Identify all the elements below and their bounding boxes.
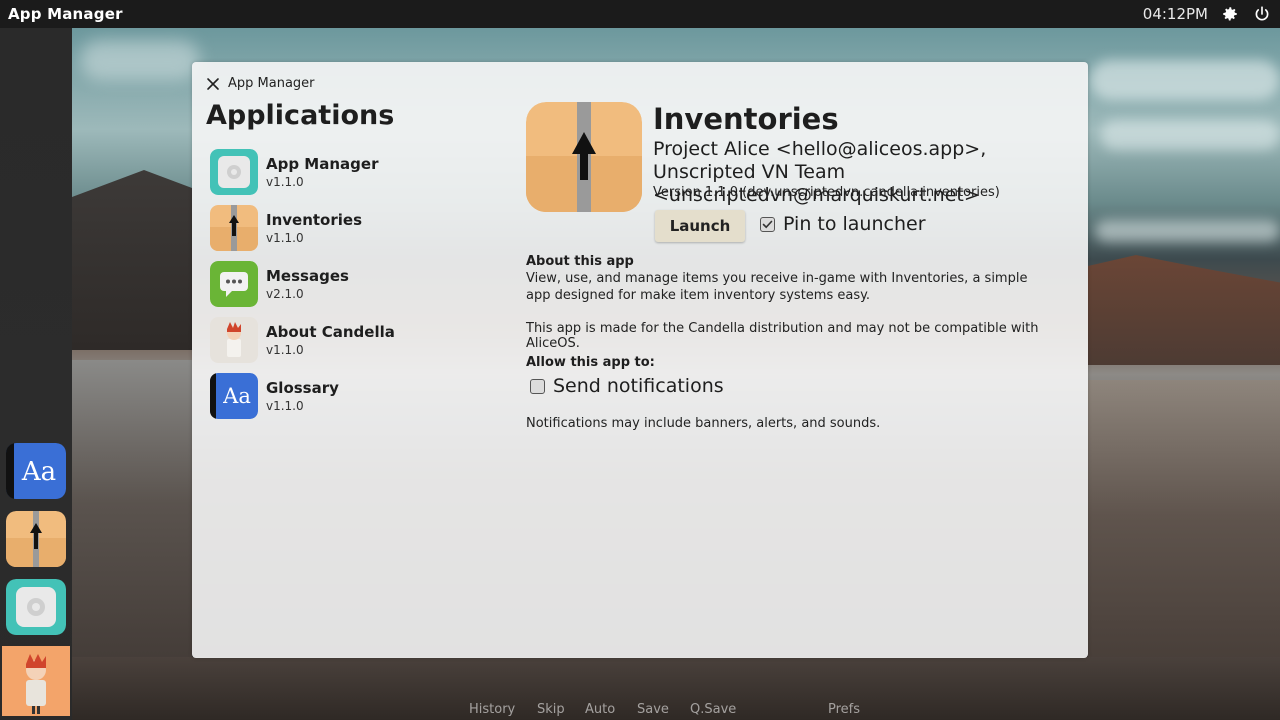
notifications-label: Send notifications xyxy=(553,375,724,397)
power-icon[interactable] xyxy=(1252,4,1272,24)
inventories-icon xyxy=(526,102,642,212)
app-list-item-about-candella[interactable]: About Candella v1.1.0 xyxy=(210,312,510,368)
pin-label: Pin to launcher xyxy=(783,213,926,235)
close-icon[interactable] xyxy=(206,77,220,91)
detail-version: Version 1.1.0 (dev.unscriptedvn.candella… xyxy=(653,185,1000,200)
permissions-heading: Allow this app to: xyxy=(526,355,655,370)
app-manager-icon xyxy=(6,579,66,635)
pin-checkbox[interactable] xyxy=(760,216,775,232)
svg-text:Aa: Aa xyxy=(21,457,56,487)
inventories-icon xyxy=(210,205,258,251)
app-name: Messages xyxy=(266,267,349,285)
app-name: Glossary xyxy=(266,379,339,397)
app-version: v1.1.0 xyxy=(266,343,304,357)
app-list-item-messages[interactable]: Messages v2.1.0 xyxy=(210,256,510,312)
app-version: v2.1.0 xyxy=(266,287,304,301)
active-app-title: App Manager xyxy=(8,5,123,23)
quick-menu: History Skip Auto Save Q.Save Prefs xyxy=(0,702,1280,720)
quick-menu-qsave[interactable]: Q.Save xyxy=(690,702,736,717)
app-list-item-glossary[interactable]: Aa Glossary v1.1.0 xyxy=(210,368,510,424)
app-list-item-app-manager[interactable]: App Manager v1.1.0 xyxy=(210,144,510,200)
detail-app-name: Inventories xyxy=(653,102,839,136)
quick-menu-history[interactable]: History xyxy=(469,702,515,717)
clock: 04:12PM xyxy=(1142,5,1208,23)
dock-item-inventories[interactable] xyxy=(6,511,66,567)
quick-menu-prefs[interactable]: Prefs xyxy=(828,702,860,717)
applications-heading: Applications xyxy=(206,100,395,131)
checkmark-icon xyxy=(762,220,773,228)
app-manager-icon xyxy=(210,149,258,195)
quick-menu-skip[interactable]: Skip xyxy=(537,702,565,717)
gear-icon[interactable] xyxy=(1220,4,1240,24)
compatibility-note: This app is made for the Candella distri… xyxy=(526,321,1039,351)
dock-item-app-manager[interactable] xyxy=(6,579,66,635)
about-text: View, use, and manage items you receive … xyxy=(526,271,1028,303)
svg-text:Aa: Aa xyxy=(222,384,251,408)
launch-button[interactable]: Launch xyxy=(655,210,745,242)
about-candella-icon xyxy=(210,317,258,363)
glossary-icon: Aa xyxy=(6,443,66,499)
application-list: App Manager v1.1.0 Inventories v1.1.0 Me… xyxy=(210,144,510,424)
app-list-item-inventories[interactable]: Inventories v1.1.0 xyxy=(210,200,510,256)
send-notifications-toggle[interactable]: Send notifications xyxy=(530,375,724,397)
inventories-icon xyxy=(6,511,66,567)
pin-to-launcher-toggle[interactable]: Pin to launcher xyxy=(760,213,926,235)
app-name: App Manager xyxy=(266,155,379,173)
quick-menu-save[interactable]: Save xyxy=(637,702,669,717)
dock: Aa xyxy=(0,28,72,720)
quick-menu-auto[interactable]: Auto xyxy=(585,702,615,717)
glossary-icon: Aa xyxy=(210,373,258,419)
window-title: App Manager xyxy=(228,76,315,91)
app-version: v1.1.0 xyxy=(266,399,304,413)
about-heading: About this app xyxy=(526,254,634,269)
top-bar: App Manager 04:12PM xyxy=(0,0,1280,28)
app-name: About Candella xyxy=(266,323,395,341)
notifications-note: Notifications may include banners, alert… xyxy=(526,416,881,431)
app-manager-window: App Manager Applications App Manager v1.… xyxy=(192,62,1088,658)
app-name: Inventories xyxy=(266,211,363,229)
dock-item-glossary[interactable]: Aa xyxy=(6,443,66,499)
notifications-checkbox[interactable] xyxy=(530,378,545,394)
app-version: v1.1.0 xyxy=(266,175,304,189)
app-version: v1.1.0 xyxy=(266,231,304,245)
messages-icon xyxy=(210,261,258,307)
